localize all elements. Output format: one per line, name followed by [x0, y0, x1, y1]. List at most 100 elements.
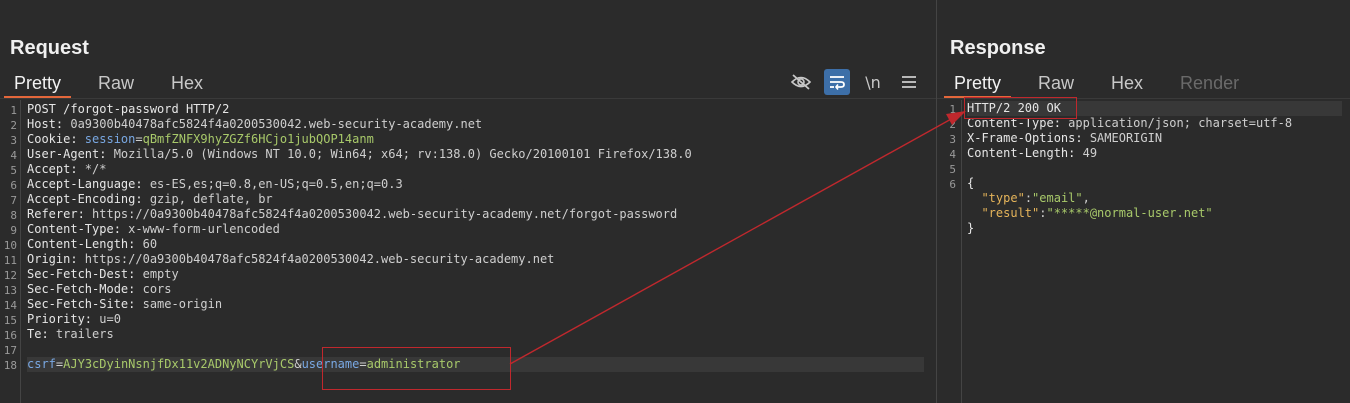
request-line-6: Accept-Language: es-ES,es;q=0.8,en-US;q=… — [27, 177, 924, 192]
response-title: Response — [950, 37, 1046, 59]
header-value: Mozilla/5.0 (Windows NT 10.0; Win64; x64… — [106, 147, 692, 161]
line-number: 8 — [10, 209, 17, 222]
line-number: 13 — [3, 284, 17, 297]
header-value: application/json; charset=utf-8 — [1060, 116, 1293, 130]
response-json-line-result: "result":"*****@normal-user.net" — [967, 206, 1342, 221]
line-number: 15 — [3, 314, 17, 327]
json-value: "email" — [1032, 191, 1083, 205]
request-line-13: Sec-Fetch-Mode: cors — [27, 282, 924, 297]
request-tab-pretty[interactable]: Pretty — [4, 72, 72, 98]
header-name: Content-Type: — [27, 222, 121, 236]
request-tab-raw[interactable]: Raw — [88, 72, 144, 96]
header-value: 0a9300b40478afc5824f4a0200530042.web-sec… — [63, 117, 483, 131]
line-number: 3 — [10, 134, 17, 147]
header-name: Accept: — [27, 162, 78, 176]
cookie-name: session — [77, 132, 136, 146]
json-close-brace: } — [967, 221, 975, 235]
header-value: 60 — [135, 237, 158, 251]
response-tab-pretty[interactable]: Pretty — [944, 72, 1012, 98]
response-editor[interactable]: 1 2 3 4 5 6 HTTP/2 200 OK Content-Type: … — [937, 100, 1350, 403]
response-tabs: Pretty Raw Hex Render — [944, 72, 1266, 98]
request-line-10: Content-Length: 60 — [27, 237, 924, 252]
line-number: 11 — [3, 254, 17, 267]
line-number: 9 — [10, 224, 17, 237]
request-gutter: 1 2 3 4 5 6 7 8 9 10 11 12 13 14 15 16 1… — [0, 100, 21, 403]
request-title: Request — [10, 37, 89, 59]
response-line-5 — [967, 161, 1342, 176]
header-value: x-www-form-urlencoded — [120, 222, 280, 236]
param-value: AJY3cDyinNsnjfDx11v2ADNyNCYrVjCS — [63, 357, 295, 371]
request-line-14: Sec-Fetch-Site: same-origin — [27, 297, 924, 312]
request-line-3: Cookie: session=qBmfZNFX9hyZGZf6HCjo1jub… — [27, 132, 924, 147]
request-line-5: Accept: */* — [27, 162, 924, 177]
json-key: "type" — [981, 191, 1025, 205]
json-colon: : — [1024, 191, 1033, 205]
response-json-line-type: "type":"email", — [967, 191, 1342, 206]
line-number: 3 — [949, 133, 956, 146]
request-line-7: Accept-Encoding: gzip, deflate, br — [27, 192, 924, 207]
line-number: 4 — [10, 149, 17, 162]
header-value: */* — [77, 162, 107, 176]
line-number: 5 — [949, 163, 956, 176]
request-tab-hex[interactable]: Hex — [161, 72, 213, 96]
request-line: POST /forgot-password HTTP/2 — [27, 102, 230, 116]
response-tab-hex[interactable]: Hex — [1101, 72, 1153, 96]
json-comma: , — [1082, 191, 1090, 205]
cookie-equals: = — [135, 132, 143, 146]
line-number: 10 — [3, 239, 17, 252]
header-value: SAMEORIGIN — [1082, 131, 1163, 145]
eye-slash-icon[interactable] — [788, 69, 814, 95]
annotation-box-status — [964, 97, 1077, 119]
line-number: 6 — [10, 179, 17, 192]
request-pane: Request Pretty Raw Hex \n 1 2 3 4 5 6 7 … — [0, 0, 936, 403]
header-name: Referer: — [27, 207, 85, 221]
request-line-16: Te: trailers — [27, 327, 924, 342]
newline-icon[interactable]: \n — [860, 69, 886, 95]
header-name: User-Agent: — [27, 147, 107, 161]
line-number: 1 — [949, 103, 956, 116]
param-separator: & — [294, 357, 302, 371]
request-toolbar: \n — [788, 69, 922, 95]
header-name: Origin: — [27, 252, 78, 266]
response-json-close: } — [967, 221, 1342, 236]
response-line-6: { — [967, 176, 1342, 191]
header-name: Te: — [27, 327, 49, 341]
header-name: Sec-Fetch-Site: — [27, 297, 136, 311]
header-name: Sec-Fetch-Dest: — [27, 267, 136, 281]
response-tab-render[interactable]: Render — [1170, 72, 1249, 96]
header-name: Cookie: — [27, 132, 78, 146]
line-number: 17 — [3, 344, 17, 357]
header-value: same-origin — [135, 297, 223, 311]
param-name: csrf — [27, 357, 56, 371]
request-tabs-divider — [0, 98, 936, 99]
request-line-9: Content-Type: x-www-form-urlencoded — [27, 222, 924, 237]
header-name: Content-Length: — [27, 237, 136, 251]
line-number: 18 — [3, 359, 17, 372]
line-number: 4 — [949, 148, 956, 161]
header-name: Host: — [27, 117, 64, 131]
line-number: 14 — [3, 299, 17, 312]
request-line-2: Host: 0a9300b40478afc5824f4a0200530042.w… — [27, 117, 924, 132]
json-open-brace: { — [967, 176, 975, 190]
line-number: 2 — [10, 119, 17, 132]
response-line-3: X-Frame-Options: SAMEORIGIN — [967, 131, 1342, 146]
request-line-15: Priority: u=0 — [27, 312, 924, 327]
header-name: Content-Length: — [967, 146, 1076, 160]
json-key: "result" — [981, 206, 1040, 220]
header-value: cors — [135, 282, 172, 296]
word-wrap-icon[interactable] — [824, 69, 850, 95]
header-value: es-ES,es;q=0.8,en-US;q=0.5,en;q=0.3 — [142, 177, 403, 191]
request-line-8: Referer: https://0a9300b40478afc5824f4a0… — [27, 207, 924, 222]
line-number: 6 — [949, 178, 956, 191]
request-tabs: Pretty Raw Hex — [4, 72, 230, 98]
line-number: 1 — [10, 104, 17, 117]
line-number: 7 — [10, 194, 17, 207]
menu-icon[interactable] — [896, 69, 922, 95]
header-value: https://0a9300b40478afc5824f4a0200530042… — [77, 252, 555, 266]
response-tab-raw[interactable]: Raw — [1028, 72, 1084, 96]
header-name: Sec-Fetch-Mode: — [27, 282, 136, 296]
header-value: u=0 — [92, 312, 121, 326]
line-number: 12 — [3, 269, 17, 282]
header-name: Priority: — [27, 312, 93, 326]
header-value: trailers — [48, 327, 114, 341]
